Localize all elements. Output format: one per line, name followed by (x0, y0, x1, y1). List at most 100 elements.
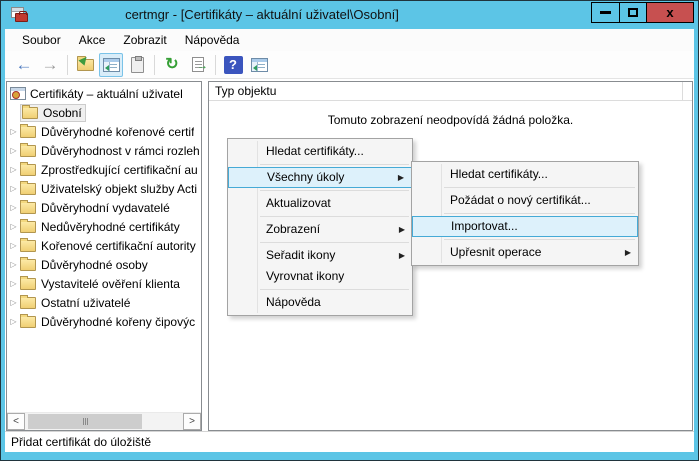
folder-icon (20, 126, 36, 138)
tree-item[interactable]: ▷ Důvěryhodné kořenové certif (7, 122, 201, 141)
folder-icon (20, 278, 36, 290)
show-console-tree-button[interactable] (99, 53, 123, 77)
menu-separator (260, 190, 409, 191)
maximize-icon (628, 8, 638, 17)
folder-icon (20, 259, 36, 271)
minimize-icon (600, 11, 611, 14)
expand-arrow-icon[interactable]: ▷ (7, 279, 20, 288)
scroll-left-button[interactable]: < (7, 413, 25, 430)
tree-item[interactable]: ▷ Důvěryhodné osoby (7, 255, 201, 274)
statusbar: Přidat certifikát do úložiště (5, 431, 694, 452)
folder-icon (22, 107, 38, 119)
tree-item[interactable]: ▷ Zprostředkující certifikační au (7, 160, 201, 179)
menu-separator (444, 187, 635, 188)
submenu-item-importovat[interactable]: Importovat... (412, 216, 638, 237)
expand-arrow-icon[interactable]: ▷ (7, 127, 20, 136)
tree-item[interactable]: ▷ Vystavitelé ověření klienta (7, 274, 201, 293)
minimize-button[interactable] (591, 2, 620, 23)
expand-arrow-icon[interactable]: ▷ (7, 298, 20, 307)
clipboard-icon (131, 57, 144, 73)
submenu-arrow-icon: ▶ (399, 245, 405, 266)
expand-arrow-icon[interactable]: ▷ (7, 222, 20, 231)
menu-item-vyrovnat-ikony[interactable]: Vyrovnat ikony (228, 266, 412, 287)
forward-icon: → (42, 56, 59, 73)
column-divider[interactable] (682, 82, 683, 100)
maximize-button[interactable] (619, 2, 647, 23)
tree-horizontal-scrollbar[interactable]: < > (7, 412, 201, 430)
help-icon: ? (224, 56, 243, 74)
help-button[interactable]: ? (221, 53, 245, 77)
expand-arrow-icon[interactable]: ▷ (7, 165, 20, 174)
scrollbar-thumb[interactable] (28, 414, 142, 429)
menu-separator (260, 242, 409, 243)
tree-item[interactable]: ▷ Důvěryhodné kořeny čipovýc (7, 312, 201, 331)
show-window-button[interactable] (247, 53, 271, 77)
folder-icon (20, 164, 36, 176)
close-button[interactable]: x (646, 2, 694, 23)
column-header-row: Typ objektu (209, 82, 692, 101)
toolbar: ← → ↻ → ? (5, 51, 694, 79)
tree-item[interactable]: ▷ Nedůvěryhodné certifikáty (7, 217, 201, 236)
tree-selection: Osobní (20, 104, 86, 122)
menu-separator (260, 164, 409, 165)
menu-separator (260, 216, 409, 217)
folder-icon (20, 240, 36, 252)
folder-icon (20, 221, 36, 233)
back-button[interactable]: ← (12, 53, 36, 77)
tree-item[interactable]: ▷ Kořenové certifikační autority (7, 236, 201, 255)
forward-button[interactable]: → (38, 53, 62, 77)
tree-item[interactable]: ▷ Uživatelský objekt služby Acti (7, 179, 201, 198)
folder-icon (20, 297, 36, 309)
menu-napoveda[interactable]: Nápověda (176, 30, 249, 50)
tree-root[interactable]: Certifikáty – aktuální uživatel (7, 84, 201, 103)
tree-item-osobni[interactable]: Osobní (7, 103, 201, 122)
expand-arrow-icon[interactable]: ▷ (7, 146, 20, 155)
folder-icon (20, 145, 36, 157)
menu-separator (444, 239, 635, 240)
menubar: Soubor Akce Zobrazit Nápověda (5, 29, 694, 51)
menu-akce[interactable]: Akce (70, 30, 115, 50)
tree-item[interactable]: ▷ Důvěryhodnost v rámci rozleh (7, 141, 201, 160)
submenu-arrow-icon: ▶ (398, 168, 404, 187)
submenu-item-hledat-certifikaty[interactable]: Hledat certifikáty... (412, 164, 638, 185)
refresh-button[interactable]: ↻ (160, 53, 184, 77)
expand-arrow-icon[interactable]: ▷ (7, 241, 20, 250)
expand-arrow-icon[interactable]: ▷ (7, 184, 20, 193)
tree-item[interactable]: ▷ Ostatní uživatelé (7, 293, 201, 312)
tree-item[interactable]: ▷ Důvěryhodní vydavatelé (7, 198, 201, 217)
folder-icon (20, 183, 36, 195)
menu-item-napoveda[interactable]: Nápověda (228, 292, 412, 313)
submenu-item-pozadat-o-novy-certifikat[interactable]: Požádat o nový certifikát... (412, 190, 638, 211)
menu-item-seradit-ikony[interactable]: Seřadit ikony ▶ (228, 245, 412, 266)
folder-icon (20, 316, 36, 328)
show-window-icon (251, 58, 268, 72)
toolbar-separator (67, 55, 68, 75)
window-controls: x (592, 2, 694, 23)
expand-arrow-icon[interactable]: ▷ (7, 317, 20, 326)
scroll-right-button[interactable]: > (183, 413, 201, 430)
titlebar: certmgr - [Certifikáty – aktuální uživat… (5, 1, 694, 29)
menu-item-aktualizovat[interactable]: Aktualizovat (228, 193, 412, 214)
submenu-item-upresnit-operace[interactable]: Upřesnit operace ▶ (412, 242, 638, 263)
scrollbar-track[interactable] (25, 413, 183, 430)
empty-view-message: Tomuto zobrazení neodpovídá žádná položk… (209, 113, 692, 127)
menu-item-hledat-certifikaty[interactable]: Hledat certifikáty... (228, 141, 412, 162)
menu-soubor[interactable]: Soubor (13, 30, 70, 50)
expand-arrow-icon[interactable]: ▷ (7, 260, 20, 269)
up-one-level-button[interactable] (73, 53, 97, 77)
export-list-icon: → (192, 57, 204, 72)
up-folder-icon (77, 59, 94, 71)
folder-icon (20, 202, 36, 214)
console-tree-icon (103, 58, 120, 72)
export-list-button[interactable]: → (186, 53, 210, 77)
menu-item-zobrazeni[interactable]: Zobrazení ▶ (228, 219, 412, 240)
menu-item-vsechny-ukoly[interactable]: Všechny úkoly ▶ (228, 167, 412, 188)
paste-button[interactable] (125, 53, 149, 77)
expand-arrow-icon[interactable]: ▷ (7, 203, 20, 212)
context-menu: Hledat certifikáty... Všechny úkoly ▶ Ak… (227, 138, 413, 316)
refresh-icon: ↻ (165, 57, 178, 73)
menu-separator (260, 289, 409, 290)
status-text: Přidat certifikát do úložiště (11, 435, 151, 449)
menu-zobrazit[interactable]: Zobrazit (114, 30, 175, 50)
column-header-typ-objektu[interactable]: Typ objektu (215, 84, 276, 98)
